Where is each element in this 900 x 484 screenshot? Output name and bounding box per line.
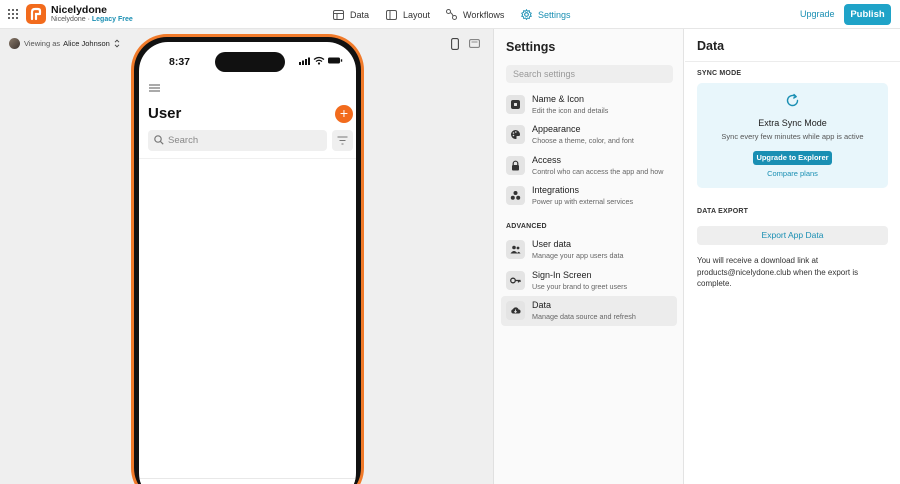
settings-item-integrations[interactable]: Integrations Power up with external serv… [501,181,677,211]
sync-mode-description: Sync every few minutes while app is acti… [721,132,864,141]
settings-item-label: Sign-In Screen [532,270,592,280]
data-panel-title: Data [697,39,725,53]
top-bar: Nicelydone Nicelydone · Legacy Free Data… [0,0,900,29]
phone-frame: 8:37 User + Search [131,34,364,484]
export-note: You will receive a download link at prod… [697,256,859,288]
settings-item-label: Appearance [532,124,581,134]
tablet-device-icon[interactable] [469,39,480,48]
nav-tab-label: Layout [403,9,431,20]
settings-item-desc: Edit the icon and details [532,106,609,115]
sync-mode-heading: SYNC MODE [697,70,742,77]
workspace-info: Nicelydone · Legacy Free [51,16,133,23]
palette-icon-wrap [506,125,525,144]
lock-icon-wrap [506,156,525,175]
phone-screen: 8:37 User + Search [139,42,356,484]
settings-item-desc: Use your brand to greet users [532,282,628,291]
nav-tab-settings[interactable]: Settings [521,0,571,29]
plan-badge[interactable]: Legacy Free [92,16,133,23]
gear-icon [521,9,532,20]
separator-dot: · [87,16,90,23]
add-button[interactable]: + [335,105,353,123]
viewing-prefix: Viewing as [24,39,61,48]
filter-button[interactable] [332,130,353,151]
viewing-user: Alice Johnson [63,39,110,48]
refresh-icon [786,93,799,107]
layout-icon [386,9,397,20]
status-icons [299,56,343,65]
app-name[interactable]: Nicelydone [51,4,107,16]
cloud-icon [511,307,521,314]
data-export-heading: DATA EXPORT [697,208,749,215]
app-logo[interactable] [26,4,46,24]
settings-item-label: Name & Icon [532,94,585,104]
settings-item-label: Integrations [532,185,580,195]
app-icon-wrap [506,95,525,114]
workflow-icon [446,9,457,20]
screen-title: User [148,105,182,122]
integrations-icon-wrap [506,186,525,205]
search-placeholder: Search [168,135,199,146]
settings-item-appearance[interactable]: Appearance Choose a theme, color, and fo… [501,120,677,150]
logo-mark-icon [30,7,42,21]
settings-item-label: Data [532,300,552,310]
settings-title: Settings [506,40,556,54]
nav-tab-layout[interactable]: Layout [386,0,430,29]
compare-plans-link[interactable]: Compare plans [697,169,888,178]
settings-item-label: Access [532,155,562,165]
nav-tab-label: Data [350,9,370,20]
sync-mode-title: Extra Sync Mode [758,118,827,128]
settings-item-desc: Choose a theme, color, and font [532,136,634,145]
settings-panel: Settings Search settings Name & Icon Edi… [494,29,684,484]
settings-item-label: User data [532,239,572,249]
export-app-data-button[interactable]: Export App Data [697,226,888,245]
status-time: 8:37 [169,56,191,68]
divider [139,158,356,159]
phone-bezel: 8:37 User + Search [134,37,361,484]
settings-item-desc: Control who can access the app and how [532,167,664,176]
settings-item-desc: Manage data source and refresh [532,312,636,321]
settings-search-input[interactable]: Search settings [506,65,673,83]
nav-tab-workflows[interactable]: Workflows [446,0,504,29]
nav-tab-data[interactable]: Data [333,0,369,29]
chevron-up-down-icon [114,39,120,48]
apps-grid-icon[interactable] [8,9,18,19]
palette-icon [511,130,520,139]
settings-item-sign-in-screen[interactable]: Sign-In Screen Use your brand to greet u… [501,266,677,296]
nav-tab-label: Workflows [463,9,505,20]
settings-item-user-data[interactable]: User data Manage your app users data [501,235,677,265]
settings-item-data[interactable]: Data Manage data source and refresh [501,296,677,326]
integrations-icon [510,191,521,200]
advanced-heading: ADVANCED [506,223,547,230]
settings-item-name-icon[interactable]: Name & Icon Edit the icon and details [501,90,677,120]
workspace-name: Nicelydone [51,16,86,23]
settings-item-desc: Power up with external services [532,197,634,206]
cloud-icon-wrap [506,301,525,320]
divider [685,61,900,62]
preview-canvas: Viewing as Alice Johnson 8:37 User + Sea… [0,29,494,484]
search-icon [154,135,164,145]
phone-tab-bar [139,478,356,484]
viewing-as-selector[interactable]: Viewing as Alice Johnson [9,38,120,49]
dynamic-island [215,52,285,72]
phone-device-icon[interactable] [451,38,459,50]
upgrade-link[interactable]: Upgrade [800,9,835,19]
filter-icon [337,136,348,145]
publish-button[interactable]: Publish [844,4,891,25]
users-icon-wrap [506,240,525,259]
sync-mode-card: Extra Sync Mode Sync every few minutes w… [697,83,888,188]
upgrade-to-explorer-button[interactable]: Upgrade to Explorer [753,151,832,165]
settings-item-desc: Manage your app users data [532,251,624,260]
app-icon [511,100,520,109]
table-icon [333,9,344,20]
hamburger-menu-icon[interactable] [149,84,160,92]
key-icon-wrap [506,271,525,290]
data-panel: Data SYNC MODE Extra Sync Mode Sync ever… [685,29,900,484]
key-icon [510,277,521,284]
lock-icon [512,160,519,171]
phone-search-input[interactable]: Search [148,130,327,151]
nav-tab-label: Settings [538,9,571,20]
users-icon [510,245,521,254]
avatar [9,38,20,49]
settings-item-access[interactable]: Access Control who can access the app an… [501,151,677,181]
